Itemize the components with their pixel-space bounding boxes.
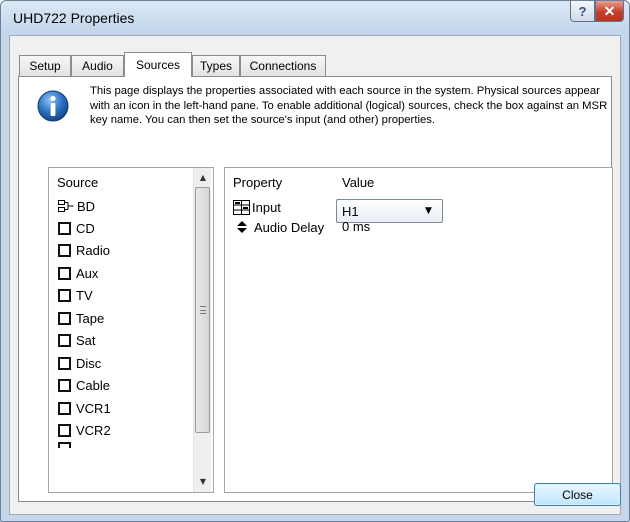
property-name: Audio Delay — [254, 219, 325, 235]
window-title: UHD722 Properties — [13, 10, 135, 26]
spinner-updown-icon — [237, 221, 247, 233]
source-checkbox[interactable] — [58, 221, 71, 235]
source-checkbox[interactable] — [58, 266, 71, 280]
property-column-header: Property — [233, 175, 283, 190]
source-label: BD — [77, 198, 96, 214]
dialog-client-area: Setup Audio Sources Types Connections Th… — [9, 35, 621, 515]
help-button[interactable]: ? — [570, 1, 595, 22]
scroll-thumb[interactable] — [195, 187, 210, 433]
source-checkbox[interactable] — [58, 378, 71, 392]
title-bar[interactable]: UHD722 Properties ? ✕ — [1, 1, 629, 35]
list-item-sat[interactable]: Sat — [58, 329, 188, 351]
property-row-audio-delay[interactable]: Audio Delay — [233, 217, 324, 237]
tab-connections[interactable]: Connections — [240, 55, 326, 76]
help-icon: ? — [578, 3, 587, 19]
source-label: Aux — [76, 265, 99, 281]
list-item-radio[interactable]: Radio — [58, 239, 188, 261]
source-device-icon — [58, 200, 74, 212]
property-name: Input — [252, 199, 281, 215]
source-checkbox[interactable] — [58, 333, 71, 347]
window-close-button[interactable]: ✕ — [595, 1, 624, 22]
source-list[interactable]: Source BD CD Radio Aux TV Tape Sat Disc … — [48, 167, 214, 493]
source-column-header: Source — [57, 175, 99, 190]
value-column-header: Value — [342, 175, 375, 190]
list-item-tape[interactable]: Tape — [58, 307, 188, 329]
property-row-input[interactable]: Input — [233, 197, 281, 217]
source-label: Disc — [76, 355, 102, 371]
list-item-cable[interactable]: Cable — [58, 374, 188, 396]
source-label: Cable — [76, 377, 110, 393]
properties-window: UHD722 Properties ? ✕ Setup Audio Source… — [0, 0, 630, 522]
close-button[interactable]: Close — [534, 483, 621, 506]
tab-setup[interactable]: Setup — [19, 55, 71, 76]
tab-sources[interactable]: Sources — [124, 52, 192, 77]
tab-audio[interactable]: Audio — [71, 55, 124, 76]
list-item-disc[interactable]: Disc — [58, 352, 188, 374]
source-label: VCR1 — [76, 400, 111, 416]
source-checkbox — [58, 442, 71, 448]
source-checkbox[interactable] — [58, 356, 71, 370]
source-list-scrollbar[interactable]: ▲ ▼ — [193, 168, 211, 492]
tab-label: Setup — [29, 59, 61, 73]
list-item-vcr1[interactable]: VCR1 — [58, 397, 188, 419]
tab-label: Sources — [135, 58, 181, 72]
source-checkbox[interactable] — [58, 423, 71, 437]
source-checkbox[interactable] — [58, 288, 71, 302]
source-label: Radio — [76, 242, 110, 258]
property-grid[interactable]: Property Value Input H1 ▼ Audio Delay 0 … — [224, 167, 613, 493]
list-item-partial — [58, 442, 188, 448]
source-label: VCR2 — [76, 422, 111, 438]
scroll-down-arrow-icon[interactable]: ▼ — [194, 473, 212, 490]
tab-label: Types — [199, 59, 232, 73]
source-label: Tape — [76, 310, 105, 326]
source-label: CD — [76, 220, 95, 236]
info-description: This page displays the properties associ… — [90, 85, 608, 126]
input-dropdown-value: H1 — [342, 204, 359, 219]
list-item-bd[interactable]: BD — [58, 195, 188, 217]
source-checkbox[interactable] — [58, 401, 71, 415]
close-icon: ✕ — [603, 2, 616, 19]
source-checkbox[interactable] — [58, 311, 71, 325]
chevron-down-icon: ▼ — [425, 206, 432, 216]
input-table-icon — [233, 199, 250, 215]
grip-icon — [200, 306, 206, 314]
tab-types[interactable]: Types — [192, 55, 240, 76]
audio-delay-value[interactable]: 0 ms — [342, 219, 370, 234]
list-item-tv[interactable]: TV — [58, 284, 188, 306]
list-item-aux[interactable]: Aux — [58, 262, 188, 284]
list-item-cd[interactable]: CD — [58, 217, 188, 239]
source-checkbox[interactable] — [58, 243, 71, 257]
source-label: TV — [76, 287, 93, 303]
list-item-vcr2[interactable]: VCR2 — [58, 419, 188, 441]
tab-label: Audio — [82, 59, 113, 73]
tab-label: Connections — [249, 59, 317, 73]
scroll-up-arrow-icon[interactable]: ▲ — [194, 169, 212, 186]
source-label: Sat — [76, 332, 96, 348]
info-icon — [37, 90, 69, 122]
